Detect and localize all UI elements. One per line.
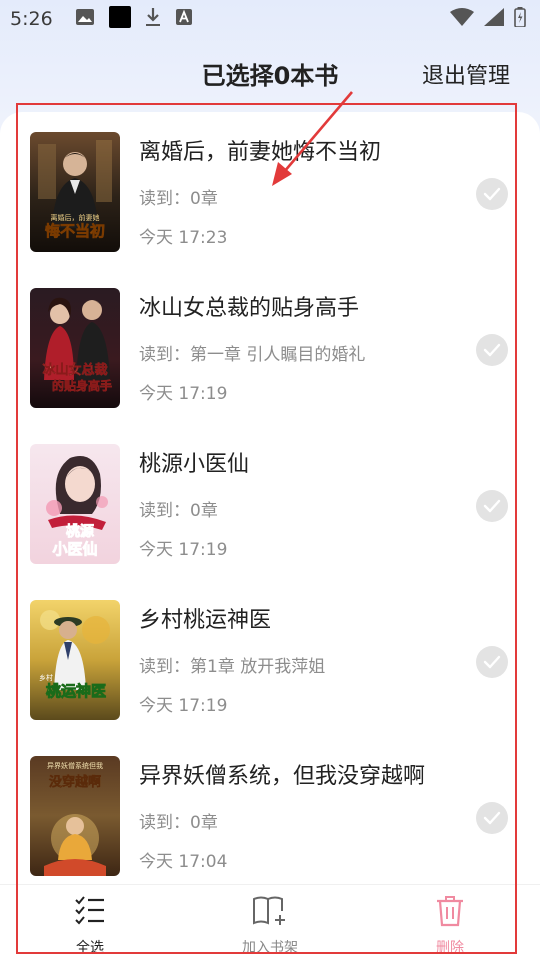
bottom-action-bar: 全选 加入书架 删除 <box>0 884 540 960</box>
select-checkbox[interactable] <box>476 334 508 366</box>
select-checkbox[interactable] <box>476 178 508 210</box>
select-checkbox[interactable] <box>476 646 508 678</box>
cover-title: 没穿越啊 <box>49 774 101 790</box>
status-time: 5:26 <box>10 8 53 30</box>
select-all-button[interactable]: 全选 <box>30 895 150 957</box>
cover-subtext: 异界妖僧系统但我 <box>47 761 103 770</box>
cover-subtext: 乡村 <box>39 673 53 682</box>
book-progress: 读到：第一章 引人瞩目的婚礼 <box>139 345 366 365</box>
book-item[interactable]: 离婚后，前妻她 悔不当初 离婚后，前妻她悔不当初 读到：0章 今天 17:23 <box>0 112 540 268</box>
check-icon <box>483 343 501 357</box>
check-icon <box>483 499 501 513</box>
cover-subtext: 小医仙 <box>52 540 97 558</box>
cover-subtext: 离婚后，前妻她 <box>51 213 100 222</box>
add-to-shelf-button[interactable]: 加入书架 <box>210 895 330 957</box>
book-title: 冰山女总裁的贴身高手 <box>139 296 360 321</box>
download-icon <box>145 7 161 32</box>
book-cover: 异界妖僧系统但我 没穿越啊 <box>30 756 120 876</box>
book-title: 异界妖僧系统，但我没穿越啊 <box>139 764 426 789</box>
book-title: 桃源小医仙 <box>139 452 250 477</box>
book-time: 今天 17:23 <box>139 228 228 248</box>
delete-button[interactable]: 删除 <box>390 895 510 957</box>
book-cover: 冰山女总裁 的贴身高手 <box>30 288 120 408</box>
select-all-label: 全选 <box>76 940 104 956</box>
book-cover: 离婚后，前妻她 悔不当初 <box>30 132 120 252</box>
select-checkbox[interactable] <box>476 490 508 522</box>
book-item[interactable]: 桃运神医 乡村 乡村桃运神医 读到：第1章 放开我萍姐 今天 17:19 <box>0 580 540 736</box>
wifi-icon <box>450 7 474 31</box>
book-time: 今天 17:19 <box>139 540 228 560</box>
add-to-shelf-label: 加入书架 <box>242 940 298 956</box>
image-icon <box>75 8 95 31</box>
book-title: 离婚后，前妻她悔不当初 <box>139 140 382 165</box>
black-square-icon <box>108 5 131 33</box>
cover-title: 桃运神医 <box>46 682 106 700</box>
battery-icon <box>514 6 526 32</box>
exit-manage-button[interactable]: 退出管理 <box>422 58 510 90</box>
trash-icon <box>390 895 510 931</box>
status-bar: 5:26 <box>0 0 540 38</box>
check-icon <box>483 811 501 825</box>
delete-label: 删除 <box>436 940 464 956</box>
book-progress: 读到：0章 <box>139 189 218 209</box>
check-icon <box>483 187 501 201</box>
book-title: 乡村桃运神医 <box>139 608 272 633</box>
book-cover: 桃运神医 乡村 <box>30 600 120 720</box>
book-time: 今天 17:19 <box>139 384 228 404</box>
status-right <box>450 6 526 32</box>
book-add-icon <box>210 895 330 931</box>
book-cover: 桃源 小医仙 <box>30 444 120 564</box>
book-item[interactable]: 桃源 小医仙 桃源小医仙 读到：0章 今天 17:19 <box>0 424 540 580</box>
cover-title: 悔不当初 <box>45 222 105 240</box>
book-progress: 读到：0章 <box>139 813 218 833</box>
checklist-icon <box>30 895 150 931</box>
cover-subtext: 的贴身高手 <box>52 378 112 393</box>
check-icon <box>483 655 501 669</box>
cover-title: 桃源 <box>66 523 94 540</box>
text-icon <box>175 8 193 31</box>
book-item[interactable]: 异界妖僧系统但我 没穿越啊 异界妖僧系统，但我没穿越啊 读到：0章 今天 17:… <box>0 736 540 892</box>
book-time: 今天 17:04 <box>139 852 228 872</box>
book-progress: 读到：0章 <box>139 501 218 521</box>
screen: 5:26 已选择0本书 退出管理 离婚后，前妻她 悔不当初 离婚后，前妻她悔不当… <box>0 0 540 960</box>
book-time: 今天 17:19 <box>139 696 228 716</box>
select-checkbox[interactable] <box>476 802 508 834</box>
header: 已选择0本书 退出管理 <box>0 48 540 96</box>
book-progress: 读到：第1章 放开我萍姐 <box>139 657 326 677</box>
book-list-card: 离婚后，前妻她 悔不当初 离婚后，前妻她悔不当初 读到：0章 今天 17:23 <box>0 112 540 960</box>
signal-icon <box>484 7 504 31</box>
book-item[interactable]: 冰山女总裁 的贴身高手 冰山女总裁的贴身高手 读到：第一章 引人瞩目的婚礼 今天… <box>0 268 540 424</box>
cover-title: 冰山女总裁 <box>42 362 107 378</box>
